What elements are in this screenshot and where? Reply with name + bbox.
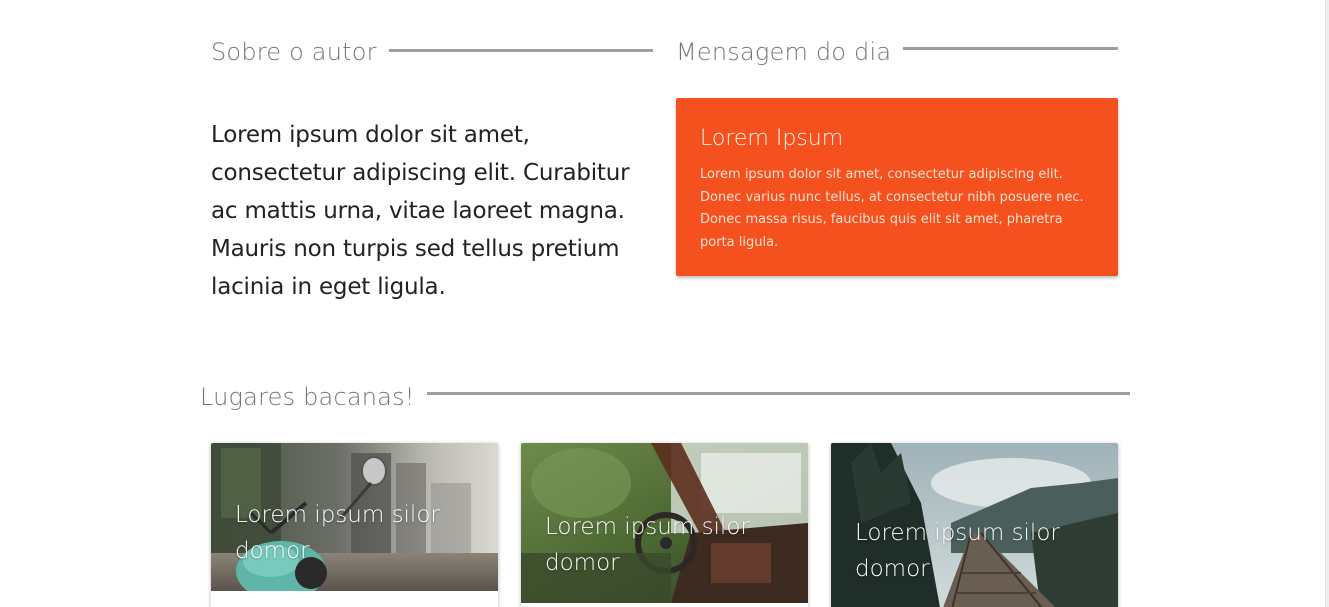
place-card-2[interactable]: Lorem ipsum silor domor xyxy=(521,443,808,607)
place-card-caption: Lorem ipsum silor domor xyxy=(855,520,1060,582)
message-card-title: Lorem Ipsum xyxy=(700,126,844,151)
scrollbar-track[interactable] xyxy=(1325,0,1329,607)
place-card-1[interactable]: Lorem ipsum silor domor xyxy=(211,443,498,607)
place-card-3[interactable]: Lorem ipsum silor domor xyxy=(831,443,1118,607)
heading-divider xyxy=(426,391,1130,395)
message-heading-title: Mensagem do dia xyxy=(676,38,892,66)
author-heading-title: Sobre o autor xyxy=(211,38,377,66)
message-section-heading: Mensagem do dia xyxy=(676,38,1118,66)
places-section-heading: Lugares bacanas! xyxy=(200,383,1130,411)
heading-divider xyxy=(903,46,1118,50)
heading-divider xyxy=(388,48,653,52)
page: Sobre o autor Lorem ipsum dolor sit amet… xyxy=(0,0,1329,607)
author-section-heading: Sobre o autor xyxy=(211,38,653,66)
message-card-text: Lorem ipsum dolor sit amet, consectetur … xyxy=(700,167,1084,250)
place-card-caption: Lorem ipsum silor domor xyxy=(545,514,750,576)
author-bio-text: Lorem ipsum dolor sit amet, consectetur … xyxy=(211,122,630,300)
message-card: Lorem Ipsum Lorem ipsum dolor sit amet, … xyxy=(676,98,1118,276)
places-heading-title: Lugares bacanas! xyxy=(200,383,415,411)
place-card-caption: Lorem ipsum silor domor xyxy=(235,502,440,564)
